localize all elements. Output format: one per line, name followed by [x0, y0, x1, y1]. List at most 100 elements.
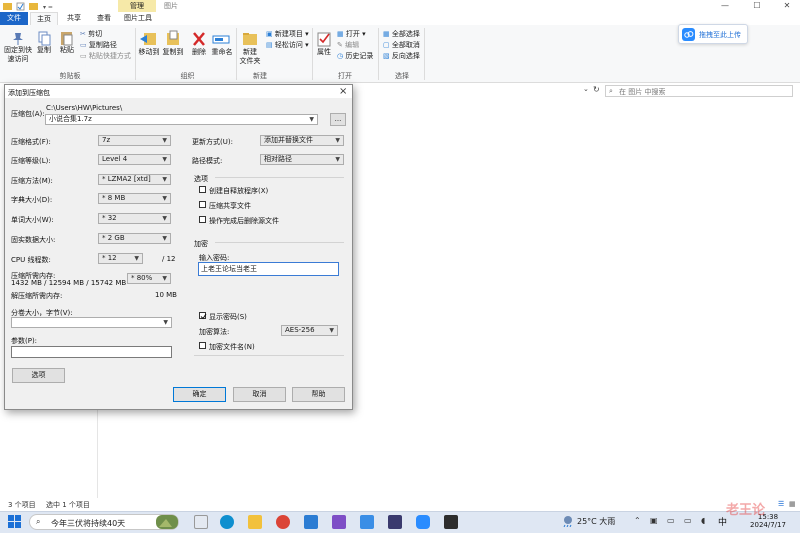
options-button[interactable]: 选项: [12, 368, 65, 383]
upload-badge[interactable]: 拖拽至此上传: [678, 24, 748, 44]
app-icon[interactable]: [388, 515, 402, 529]
level-select[interactable]: Level 4 ▼: [98, 154, 171, 165]
solid-block-select[interactable]: * 2 GB ▼: [98, 233, 171, 244]
browse-button[interactable]: ...: [330, 113, 346, 126]
app-icon[interactable]: [360, 515, 374, 529]
select-all-icon: ▦: [383, 30, 392, 38]
method-select[interactable]: * LZMA2 [xtd] ▼: [98, 174, 171, 185]
cpu-threads-select[interactable]: * 12 ▼: [98, 253, 143, 264]
dictionary-size-select[interactable]: * 8 MB ▼: [98, 193, 171, 204]
edge-browser-icon[interactable]: [220, 515, 234, 529]
chevron-down-icon: ▼: [162, 275, 167, 282]
split-volume-combo[interactable]: ▼: [11, 317, 172, 328]
archive-name-combo[interactable]: 小说合集1.7z ▼: [45, 114, 318, 125]
maximize-button[interactable]: ☐: [742, 0, 772, 12]
tab-share[interactable]: 共享: [60, 12, 88, 25]
copy-to-button[interactable]: 复制到: [162, 30, 184, 57]
show-password-checkbox[interactable]: [199, 312, 207, 320]
paste-shortcut-button[interactable]: ▭ 粘贴快捷方式: [80, 51, 131, 61]
mail-icon[interactable]: [304, 515, 318, 529]
tab-home[interactable]: 主页: [30, 12, 58, 25]
close-button[interactable]: ✕: [772, 0, 800, 12]
task-view-icon[interactable]: [194, 515, 208, 529]
path-mode-select[interactable]: 相对路径 ▼: [260, 154, 344, 165]
chevron-down-icon: ▼: [335, 137, 340, 144]
open-button[interactable]: ▦ 打开 ▾: [337, 29, 366, 39]
add-to-archive-dialog: 添加到压缩包 × 压缩包(A): C:\Users\HW\Pictures\ 小…: [4, 84, 353, 410]
update-mode-select[interactable]: 添加并替换文件 ▼: [260, 135, 344, 146]
volume-icon[interactable]: ◖: [701, 516, 705, 525]
edit-icon: ✎: [337, 41, 346, 49]
copy-path-button[interactable]: ▭ 复制路径: [80, 40, 117, 50]
window-title: 图片: [164, 2, 178, 10]
pin-quick-access-button[interactable]: 固定到快 速访问: [3, 30, 33, 64]
7zip-icon[interactable]: [444, 515, 458, 529]
tray-overflow-icon[interactable]: ⌃: [634, 516, 641, 525]
tray-app-icon[interactable]: ▣: [650, 516, 658, 525]
ok-button[interactable]: 确定: [173, 387, 226, 402]
tab-view[interactable]: 查看: [90, 12, 118, 25]
clock-date: 2024/7/17: [750, 521, 786, 529]
edit-button[interactable]: ✎ 编辑: [337, 40, 359, 50]
chrome-icon[interactable]: [276, 515, 290, 529]
visual-studio-icon[interactable]: [332, 515, 346, 529]
network-icon[interactable]: ▭: [667, 516, 675, 525]
select-none-button[interactable]: ▢ 全部取消: [383, 40, 420, 50]
sfx-checkbox[interactable]: [199, 186, 206, 193]
start-button[interactable]: [8, 515, 21, 528]
cut-button[interactable]: ✂ 剪切: [80, 29, 102, 39]
address-dropdown-icon[interactable]: ⌄: [583, 85, 589, 93]
invert-selection-button[interactable]: ▧ 反向选择: [383, 51, 420, 61]
rename-button[interactable]: 重命名: [210, 30, 234, 57]
cancel-button[interactable]: 取消: [233, 387, 286, 402]
rain-cloud-icon: [563, 516, 572, 527]
move-to-button[interactable]: 移动到: [138, 30, 160, 57]
dialog-close-button[interactable]: ×: [339, 86, 347, 97]
new-group-label: 新建: [253, 72, 267, 80]
copy-icon: [38, 31, 51, 46]
quick-access-icons[interactable]: ▾ =: [3, 2, 63, 11]
new-item-button[interactable]: ▣ 新建项目 ▾: [266, 29, 309, 39]
properties-button[interactable]: 属性: [314, 30, 334, 57]
new-folder-button[interactable]: 新建 文件夹: [238, 30, 262, 66]
display-icon[interactable]: ▭: [684, 516, 692, 525]
select-all-button[interactable]: ▦ 全部选择: [383, 29, 420, 39]
manage-context-tab[interactable]: 管理: [118, 0, 156, 12]
refresh-icon[interactable]: ↻: [593, 85, 600, 94]
parameters-input[interactable]: [11, 346, 172, 358]
dialog-titlebar: [5, 85, 352, 98]
file-explorer-icon[interactable]: [248, 515, 262, 529]
encryption-method-select[interactable]: AES-256 ▼: [281, 325, 338, 336]
path-mode-label: 路径模式:: [192, 157, 223, 165]
password-input[interactable]: 上老王论坛当老王: [198, 262, 339, 276]
copy-button[interactable]: 复制: [34, 30, 54, 55]
help-button[interactable]: 帮助: [292, 387, 345, 402]
new-item-icon: ▣: [266, 30, 275, 38]
checkmark-icon: [200, 313, 207, 320]
chevron-down-icon: ▼: [162, 176, 167, 183]
method-label: 压缩方法(M):: [11, 177, 53, 185]
encrypt-names-checkbox[interactable]: [199, 342, 206, 349]
group-divider: [378, 28, 379, 80]
minimize-button[interactable]: —: [710, 0, 740, 12]
dictionary-size-label: 字典大小(D):: [11, 196, 53, 204]
format-select[interactable]: 7z ▼: [98, 135, 171, 146]
history-button[interactable]: ◷ 历史记录: [337, 51, 373, 61]
easy-access-icon: ▤: [266, 41, 275, 49]
word-size-select[interactable]: * 32 ▼: [98, 213, 171, 224]
cloud-drive-icon[interactable]: [416, 515, 430, 529]
details-view-icon[interactable]: ☰: [778, 500, 784, 508]
shared-files-checkbox[interactable]: [199, 201, 206, 208]
tab-picture-tools[interactable]: 图片工具: [118, 12, 158, 25]
memory-percent-select[interactable]: * 80% ▼: [127, 273, 171, 284]
large-icons-view-icon[interactable]: ▦: [789, 500, 796, 508]
delete-button[interactable]: 删除: [190, 30, 208, 57]
options-group-line: [215, 177, 344, 178]
taskbar-search-box[interactable]: ⌕ 今年三伏将持续40天: [29, 514, 179, 530]
paste-button[interactable]: 粘贴: [56, 30, 78, 55]
search-input[interactable]: ⌕ 在 图片 中搜索: [605, 85, 793, 97]
update-mode-label: 更新方式(U):: [192, 138, 233, 146]
delete-after-checkbox[interactable]: [199, 216, 206, 223]
tab-file[interactable]: 文件: [0, 12, 28, 25]
easy-access-button[interactable]: ▤ 轻松访问 ▾: [266, 40, 309, 50]
